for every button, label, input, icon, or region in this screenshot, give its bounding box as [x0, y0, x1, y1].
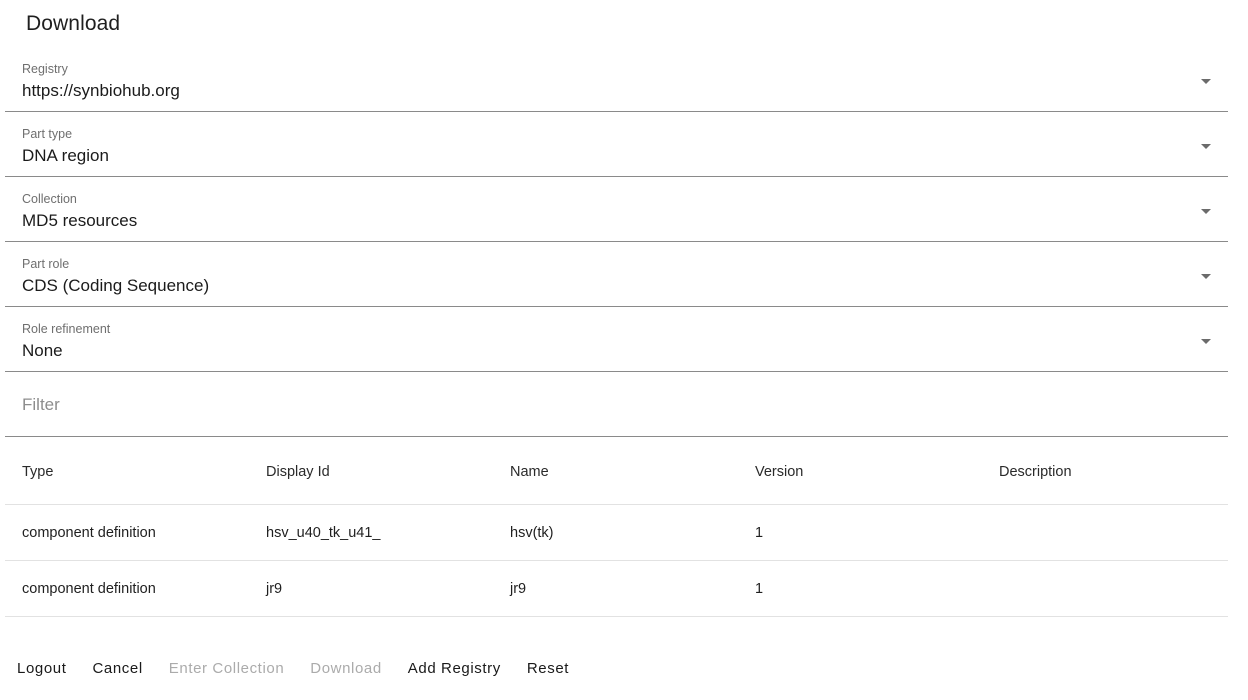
- part-role-label: Part role: [22, 257, 70, 271]
- dropdown-arrow-icon: [1201, 209, 1211, 214]
- dialog-title: Download: [26, 12, 121, 35]
- column-header-version[interactable]: Version: [738, 440, 982, 505]
- reset-button[interactable]: Reset: [514, 654, 582, 683]
- dialog-actions: Logout Cancel Enter Collection Download …: [4, 650, 582, 686]
- collection-label: Collection: [22, 192, 77, 206]
- part-type-value: DNA region: [22, 146, 109, 165]
- registry-value: https://synbiohub.org: [22, 81, 180, 100]
- download-dialog: Download Registry https://synbiohub.org …: [0, 0, 1248, 700]
- dropdown-arrow-icon: [1201, 274, 1211, 279]
- results-table: Type Display Id Name Version Description…: [5, 440, 1228, 638]
- role-refinement-value: None: [22, 341, 63, 360]
- add-registry-button[interactable]: Add Registry: [395, 654, 514, 683]
- download-button[interactable]: Download: [297, 654, 395, 683]
- table-row[interactable]: component definition jr9 jr9 1: [5, 560, 1228, 617]
- cell-type: component definition: [5, 504, 249, 561]
- dropdown-arrow-icon: [1201, 144, 1211, 149]
- dropdown-arrow-icon: [1201, 339, 1211, 344]
- results-table-container[interactable]: Type Display Id Name Version Description…: [5, 440, 1228, 638]
- cell-display-id: hsv_u40_tk_u41_: [249, 504, 493, 561]
- column-header-name[interactable]: Name: [493, 440, 738, 505]
- column-header-display-id[interactable]: Display Id: [249, 440, 493, 505]
- table-row[interactable]: component definition: [5, 616, 1228, 638]
- cancel-button[interactable]: Cancel: [79, 654, 155, 683]
- part-role-value: CDS (Coding Sequence): [22, 276, 210, 295]
- part-type-label: Part type: [22, 127, 73, 141]
- cell-version: [738, 616, 982, 638]
- column-header-description[interactable]: Description: [982, 440, 1228, 505]
- logout-button[interactable]: Logout: [4, 654, 79, 683]
- cell-name: [493, 616, 738, 638]
- filter-field: [5, 373, 1228, 437]
- download-form: Registry https://synbiohub.org Part type…: [5, 48, 1228, 437]
- role-refinement-label: Role refinement: [22, 322, 111, 336]
- cell-description: [982, 504, 1228, 561]
- enter-collection-button[interactable]: Enter Collection: [156, 654, 298, 683]
- collection-value: MD5 resources: [22, 211, 138, 230]
- collection-select[interactable]: Collection MD5 resources: [5, 178, 1228, 242]
- registry-select[interactable]: Registry https://synbiohub.org: [5, 48, 1228, 112]
- dropdown-arrow-icon: [1201, 79, 1211, 84]
- table-row[interactable]: component definition hsv_u40_tk_u41_ hsv…: [5, 504, 1228, 561]
- cell-type: component definition: [5, 616, 249, 638]
- filter-input[interactable]: [22, 395, 1202, 415]
- cell-display-id: jr9: [249, 560, 493, 617]
- part-role-select[interactable]: Part role CDS (Coding Sequence): [5, 243, 1228, 307]
- registry-label: Registry: [22, 62, 68, 76]
- cell-name: hsv(tk): [493, 504, 738, 561]
- cell-display-id: [249, 616, 493, 638]
- cell-version: 1: [738, 560, 982, 617]
- cell-version: 1: [738, 504, 982, 561]
- cell-type: component definition: [5, 560, 249, 617]
- role-refinement-select[interactable]: Role refinement None: [5, 308, 1228, 372]
- cell-name: jr9: [493, 560, 738, 617]
- cell-description: [982, 616, 1228, 638]
- column-header-type[interactable]: Type: [5, 440, 249, 505]
- part-type-select[interactable]: Part type DNA region: [5, 113, 1228, 177]
- cell-description: [982, 560, 1228, 617]
- table-header-row: Type Display Id Name Version Description: [5, 440, 1228, 505]
